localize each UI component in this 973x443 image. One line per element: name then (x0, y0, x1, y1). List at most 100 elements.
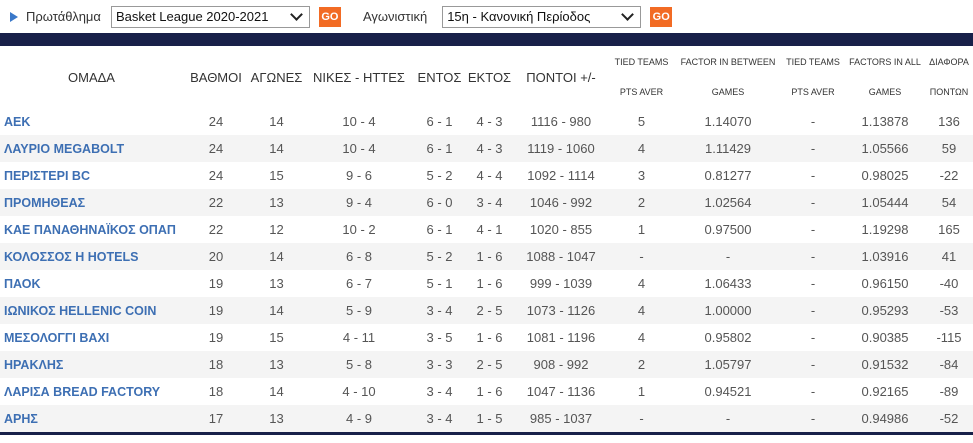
header-points: ΒΑΘΜΟΙ (190, 69, 242, 85)
championship-select-value: Basket League 2020-2021 (115, 9, 269, 24)
cell-factor1: 1.05797 (675, 351, 781, 378)
header-points-for-against: ΠΟΝΤΟΙ +/- (526, 69, 596, 85)
cell-factor1: 0.97500 (704, 222, 752, 237)
cell-diff: -84 (925, 351, 973, 378)
cell-home: 6 - 1 (414, 135, 465, 162)
cell-diff: 41 (925, 243, 973, 270)
championship-go-button[interactable]: GO (318, 6, 341, 27)
team-link[interactable]: ΙΩΝΙΚΟΣ HELLENIC COIN (0, 297, 183, 324)
cell-tied1: - (608, 405, 675, 432)
team-link[interactable]: ΜΕΣΟΛΟΓΓΙ ΒΑΧΙ (0, 324, 183, 351)
cell-away: 4 - 1 (476, 222, 503, 237)
cell-factor1: 1.00000 (675, 297, 781, 324)
team-link[interactable]: ΗΡΑΚΛΗΣ (0, 351, 183, 378)
table-row: ΠΑΟΚ 19 13 6 - 7 5 - 1 1 - 6 999 - 1039 4 1.0643… (0, 270, 973, 297)
cell-points: 19 (183, 297, 249, 324)
cell-points: 17 (183, 405, 249, 432)
cell-games: 15 (269, 330, 284, 345)
header-factor-all-line1: FACTORS IN ALL (849, 57, 921, 67)
cell-tied2: - (810, 384, 816, 399)
header-tied-teams-1-line2: PTS AVER (619, 87, 664, 97)
cell-tied2: - (810, 168, 816, 183)
team-link[interactable]: ΑΕΚ (0, 108, 183, 135)
header-band (0, 33, 973, 46)
cell-factor1: 1.14070 (704, 114, 752, 129)
cell-tied2: - (781, 405, 845, 432)
championship-label: Πρωτάθλημα (26, 9, 101, 24)
cell-games: 13 (269, 276, 284, 291)
round-go-button[interactable]: GO (650, 6, 673, 27)
cell-factor1: 1.11429 (675, 135, 781, 162)
cell-away: 2 - 5 (465, 297, 514, 324)
team-link[interactable]: ΠΡΟΜΗΘΕΑΣ (0, 189, 183, 216)
chevron-down-icon (290, 8, 303, 21)
team-link[interactable]: ΛΑΥΡΙΟ MEGABOLT (0, 135, 183, 162)
header-away: ΕΚΤΟΣ (467, 69, 512, 85)
team-link[interactable]: ΑΡΗΣ (0, 405, 183, 432)
cell-games: 13 (249, 189, 304, 216)
table-row: ΛΑΡΙΣΑ BREAD FACTORY 18 14 4 - 10 3 - 4 1 - 6… (0, 378, 973, 405)
header-team: ΟΜΑΔΑ (68, 69, 115, 85)
team-link[interactable]: ΛΑΡΙΣΑ BREAD FACTORY (0, 378, 183, 405)
championship-select[interactable]: Basket League 2020-2021 (110, 5, 310, 28)
cell-games: 14 (269, 384, 284, 399)
header-wins-losses: ΝΙΚΕΣ - ΗΤΤΕΣ (313, 69, 405, 85)
cell-diff: 59 (925, 135, 973, 162)
cell-games: 12 (269, 222, 284, 237)
cell-wl: 4 - 11 (342, 330, 376, 345)
cell-diff: -40 (939, 276, 959, 291)
cell-factor2: 1.05444 (845, 189, 925, 216)
cell-points: 22 (183, 189, 249, 216)
header-points-diff-line2: ΠΟΝΤΩΝ (929, 87, 969, 97)
header-factor-between-line2: GAMES (711, 87, 745, 97)
team-link[interactable]: ΠΑΟΚ (0, 270, 183, 297)
cell-tied2: - (810, 330, 816, 345)
team-link[interactable]: ΚΟΛΟΣΣΟΣ H HOTELS (0, 243, 183, 270)
header-points-diff: ΔΙΑΦΟΡΑ ΠΟΝΤΩΝ (925, 46, 973, 108)
cell-away: 1 - 5 (465, 405, 514, 432)
cell-factor2: 0.92165 (861, 384, 909, 399)
cell-home: 6 - 0 (414, 189, 465, 216)
cell-away: 3 - 4 (465, 189, 514, 216)
cell-away: 4 - 4 (476, 168, 503, 183)
header-points-diff-line1: ΔΙΑΦΟΡΑ (929, 57, 969, 67)
cell-home: 3 - 4 (426, 384, 453, 399)
header-tied-teams-2: TIED TEAMS PTS AVER (781, 46, 845, 108)
cell-diff: 136 (938, 114, 960, 129)
header-games: ΑΓΩΝΕΣ (250, 69, 303, 85)
header-factor-all-line2: GAMES (868, 87, 902, 97)
cell-pf: 1116 - 980 (530, 114, 592, 129)
cell-diff: 54 (925, 189, 973, 216)
cell-tied1: 5 (637, 114, 646, 129)
cell-tied1: 4 (637, 330, 646, 345)
cell-away: 2 - 5 (465, 351, 514, 378)
cell-tied1: 2 (608, 351, 675, 378)
cell-tied2: - (781, 243, 845, 270)
cell-pf: 999 - 1039 (529, 276, 593, 291)
cell-tied2: - (810, 276, 816, 291)
cell-away: 1 - 6 (476, 384, 503, 399)
cell-wl: 10 - 4 (342, 114, 376, 129)
header-tied-teams-1: TIED TEAMS PTS AVER (608, 46, 675, 108)
header-factor-all: FACTORS IN ALL GAMES (845, 46, 925, 108)
team-link[interactable]: ΚΑΕ ΠΑΝΑΘΗΝΑΪΚΟΣ ΟΠΑΠ (0, 216, 183, 243)
table-row: ΚΑΕ ΠΑΝΑΘΗΝΑΪΚΟΣ ΟΠΑΠ 22 12 10 - 2 6 - 1 4 - … (0, 216, 973, 243)
cell-games: 14 (249, 135, 304, 162)
cell-away: 1 - 6 (465, 243, 514, 270)
cell-factor1: - (675, 243, 781, 270)
team-link[interactable]: ΠΕΡΙΣΤΕΡΙ BC (0, 162, 183, 189)
cell-games: 14 (269, 114, 284, 129)
round-select[interactable]: 15η - Κανονική Περίοδος (442, 5, 642, 28)
cell-factor2: 0.96150 (861, 276, 909, 291)
cell-tied2: - (810, 222, 816, 237)
cell-factor1: 0.95802 (704, 330, 752, 345)
cell-games: 13 (249, 351, 304, 378)
cell-factor2: 0.95293 (845, 297, 925, 324)
cell-factor1: 1.06433 (704, 276, 752, 291)
cell-factor2: 0.91532 (845, 351, 925, 378)
cell-points: 19 (208, 330, 224, 345)
cell-away: 4 - 3 (465, 135, 514, 162)
cell-home: 3 - 3 (414, 351, 465, 378)
cell-home: 3 - 4 (414, 405, 465, 432)
header-factor-between-line1: FACTOR IN BETWEEN (680, 57, 776, 67)
